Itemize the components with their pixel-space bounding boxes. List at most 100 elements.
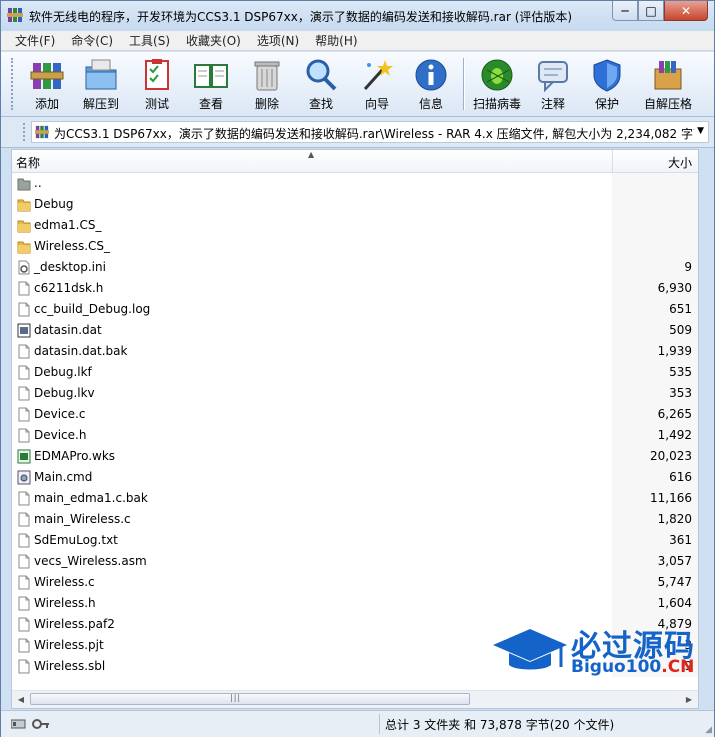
- status-divider: [379, 714, 380, 734]
- column-header: 名称 ▲ 大小: [12, 150, 698, 173]
- file-row[interactable]: datasin.dat 509: [12, 320, 698, 341]
- file-size: 20,023: [650, 449, 692, 463]
- resize-grip-icon[interactable]: ◢: [705, 725, 712, 735]
- file-name: main_edma1.c.bak: [34, 491, 148, 505]
- folder-icon: [17, 197, 31, 212]
- file-row[interactable]: cc_build_Debug.log 651: [12, 299, 698, 320]
- menu-commands[interactable]: 命令(C): [63, 32, 121, 49]
- file-name: cc_build_Debug.log: [34, 302, 151, 316]
- file-row[interactable]: Wireless.CS_: [12, 236, 698, 257]
- watermark-en-suffix: .CN: [661, 657, 695, 677]
- address-grip[interactable]: [23, 123, 28, 141]
- wizard-button[interactable]: 向导: [351, 54, 403, 114]
- file-size: 1,939: [657, 344, 692, 358]
- file-icon: [17, 470, 31, 485]
- column-divider[interactable]: [612, 150, 613, 172]
- extract-to-button[interactable]: 解压到: [75, 54, 127, 114]
- file-row[interactable]: SdEmuLog.txt 361: [12, 530, 698, 551]
- file-icon: [17, 554, 31, 569]
- test-icon: [145, 59, 169, 90]
- folder-icon: [17, 176, 31, 191]
- file-row[interactable]: vecs_Wireless.asm 3,057: [12, 551, 698, 572]
- menu-tools[interactable]: 工具(S): [121, 32, 178, 49]
- title-bar[interactable]: 软件无线电的程序，开发环境为CCS3.1 DSP67xx，演示了数据的编码发送和…: [1, 1, 714, 31]
- file-icon: [17, 512, 31, 527]
- file-size: 535: [669, 365, 692, 379]
- comment-button[interactable]: 注释: [527, 54, 579, 114]
- view-icon: [194, 64, 228, 88]
- file-size: 3,057: [657, 554, 692, 568]
- file-name: Debug: [34, 197, 74, 211]
- virus-scan-button[interactable]: 扫描病毒: [471, 54, 523, 114]
- rar-archive-icon: [35, 125, 49, 139]
- scroll-left-icon[interactable]: ◀: [13, 692, 29, 707]
- menu-bar: 文件(F) 命令(C) 工具(S) 收藏夹(O) 选项(N) 帮助(H): [1, 31, 714, 51]
- close-button[interactable]: ✕: [664, 1, 708, 21]
- find-button[interactable]: 查找: [295, 54, 347, 114]
- protect-label: 保护: [594, 97, 619, 111]
- folder-icon: [17, 218, 31, 233]
- menu-file[interactable]: 文件(F): [7, 32, 63, 49]
- protect-button[interactable]: 保护: [581, 54, 633, 114]
- column-name-header[interactable]: 名称: [16, 154, 40, 171]
- file-row[interactable]: datasin.dat.bak 1,939: [12, 341, 698, 362]
- sfx-button[interactable]: 自解压格: [637, 54, 699, 114]
- menu-help[interactable]: 帮助(H): [307, 32, 365, 49]
- comment-label: 注释: [540, 97, 565, 111]
- file-name: Wireless.h: [34, 596, 96, 610]
- info-button[interactable]: 信息: [405, 54, 457, 114]
- address-path: 为CCS3.1 DSP67xx，演示了数据的编码发送和接收解码.rar\Wire…: [54, 127, 694, 141]
- delete-button[interactable]: 删除: [241, 54, 293, 114]
- file-icon: [17, 323, 31, 338]
- view-button[interactable]: 查看: [185, 54, 237, 114]
- sfx-label: 自解压格: [643, 97, 692, 111]
- sfx-icon: [654, 61, 682, 90]
- file-row[interactable]: Debug.lkv 353: [12, 383, 698, 404]
- file-row[interactable]: main_Wireless.c 1,820: [12, 509, 698, 530]
- file-name: main_Wireless.c: [34, 512, 131, 526]
- add-label: 添加: [34, 97, 59, 111]
- file-name: datasin.dat.bak: [34, 344, 128, 358]
- scrollbar-thumb[interactable]: [30, 693, 470, 705]
- file-row[interactable]: Device.h 1,492: [12, 425, 698, 446]
- menu-options[interactable]: 选项(N): [249, 32, 307, 49]
- minimize-button[interactable]: ─: [612, 1, 638, 21]
- file-icon: [17, 596, 31, 611]
- address-bar: 为CCS3.1 DSP67xx，演示了数据的编码发送和接收解码.rar\Wire…: [1, 117, 714, 148]
- file-size: 6,265: [657, 407, 692, 421]
- horizontal-scrollbar[interactable]: ◀ ||| ▶: [12, 690, 698, 708]
- file-row[interactable]: ..: [12, 173, 698, 194]
- file-icon: [17, 344, 31, 359]
- file-row[interactable]: c6211dsk.h 6,930: [12, 278, 698, 299]
- file-row[interactable]: Main.cmd 616: [12, 467, 698, 488]
- file-row[interactable]: Device.c 6,265: [12, 404, 698, 425]
- menu-favorites[interactable]: 收藏夹(O): [178, 32, 249, 49]
- file-icon: [17, 281, 31, 296]
- add-button[interactable]: 添加: [21, 54, 73, 114]
- file-icon: [17, 260, 31, 275]
- file-size: 9: [684, 260, 692, 274]
- file-size: 1,492: [657, 428, 692, 442]
- file-row[interactable]: Debug: [12, 194, 698, 215]
- file-row[interactable]: Wireless.c 5,747: [12, 572, 698, 593]
- virus-scan-icon: [481, 59, 513, 91]
- maximize-button[interactable]: □: [638, 1, 664, 21]
- file-row[interactable]: main_edma1.c.bak 11,166: [12, 488, 698, 509]
- scroll-right-icon[interactable]: ▶: [681, 692, 697, 707]
- file-name: vecs_Wireless.asm: [34, 554, 147, 568]
- file-icon: [17, 386, 31, 401]
- file-name: Device.h: [34, 428, 87, 442]
- file-row[interactable]: Wireless.h 1,604: [12, 593, 698, 614]
- file-size: 5,747: [657, 575, 692, 589]
- file-row[interactable]: Debug.lkf 535: [12, 362, 698, 383]
- file-row[interactable]: _desktop.ini 9: [12, 257, 698, 278]
- column-size-header[interactable]: 大小: [668, 154, 692, 171]
- folder-icon: [17, 239, 31, 254]
- status-drive-key-icons: [11, 719, 49, 729]
- toolbar-grip[interactable]: [11, 58, 16, 110]
- address-field[interactable]: 为CCS3.1 DSP67xx，演示了数据的编码发送和接收解码.rar\Wire…: [31, 121, 709, 143]
- test-button[interactable]: 测试: [131, 54, 183, 114]
- file-row[interactable]: edma1.CS_: [12, 215, 698, 236]
- file-row[interactable]: EDMAPro.wks 20,023: [12, 446, 698, 467]
- chevron-down-icon[interactable]: ▼: [697, 126, 704, 136]
